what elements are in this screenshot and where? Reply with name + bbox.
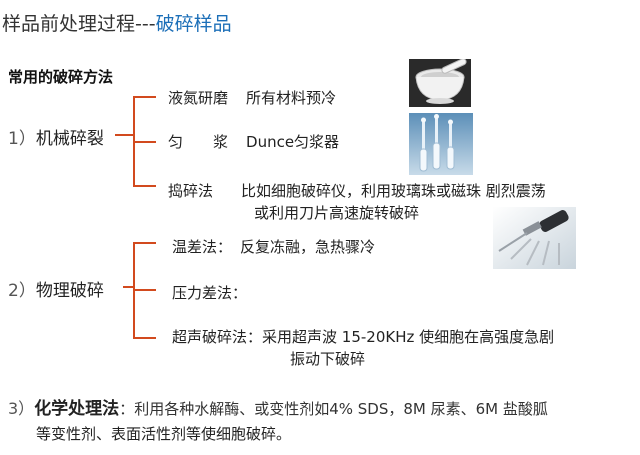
method-item: 捣碎法 比如细胞破碎仪，利用玻璃珠或磁珠 剧烈震荡 [168,180,546,201]
category-chemical: 3）化学处理法：利用各种水解酶、或变性剂如4% SDS，8M 尿素、6M 盐酸胍 [8,397,548,421]
category-number: 2） [8,281,36,301]
dounce-homogenizer-photo [409,113,473,175]
title-prefix: 样品前处理过程--- [2,13,156,35]
method-label: 匀 浆 [168,133,229,151]
method-desc: 所有材料预冷 [246,89,337,107]
bracket-tick [133,96,156,98]
bracket-tick [133,242,156,244]
method-item: 压力差法： [172,282,247,303]
method-label: 压力差法： [172,284,248,302]
category-name: 机械碎裂 [35,129,104,149]
bracket-tick [133,185,156,187]
method-desc: 比如细胞破碎仪，利用玻璃珠或磁珠 剧烈震荡 [241,182,546,200]
page-title: 样品前处理过程---破碎样品 [2,9,232,36]
ultrasonic-probe-photo [493,207,576,269]
section-subtitle: 常用的破碎方法 [8,68,114,86]
method-desc-cont: 或利用刀片高速旋转破碎 [254,204,420,222]
bracket-tick [133,289,156,291]
title-highlight: 破碎样品 [155,13,232,35]
bracket-tick [133,141,156,143]
chemical-desc: ：利用各种水解酶、或变性剂如4% SDS，8M 尿素、6M 盐酸胍 [119,400,548,418]
bracket-stem [123,286,133,288]
method-item: 液氮研磨 所有材料预冷 [168,87,336,108]
chemical-desc-cont: 等变性剂、表面活性剂等使细胞破碎。 [36,425,292,443]
category-name: 化学处理法 [34,399,120,419]
method-label: 液氮研磨 [168,89,229,107]
method-item: 匀 浆 Dunce匀浆器 [168,131,339,152]
category-mechanical: 1）机械碎裂 [8,124,104,149]
category-number: 1） [8,129,36,149]
category-number: 3） [8,399,35,418]
category-physical: 2）物理破碎 [8,276,104,301]
method-item: 超声破碎法：采用超声波 15-20KHz 使细胞在高强度急剧 [172,326,554,347]
mortar-pestle-photo [409,59,471,107]
bracket-tick [133,337,156,339]
method-desc: 采用超声波 15-20KHz 使细胞在高强度急剧 [262,328,555,346]
method-label: 超声破碎法： [172,328,263,346]
bracket-stem [115,134,133,136]
method-label: 温差法： [172,238,233,256]
method-label: 捣碎法 [168,182,214,200]
method-desc: Dunce匀浆器 [246,133,340,151]
category-name: 物理破碎 [35,281,104,301]
method-desc-cont: 振动下破碎 [290,350,366,368]
method-item: 温差法： 反复冻融，急热骤冷 [172,236,375,257]
method-desc: 反复冻融，急热骤冷 [240,238,376,256]
